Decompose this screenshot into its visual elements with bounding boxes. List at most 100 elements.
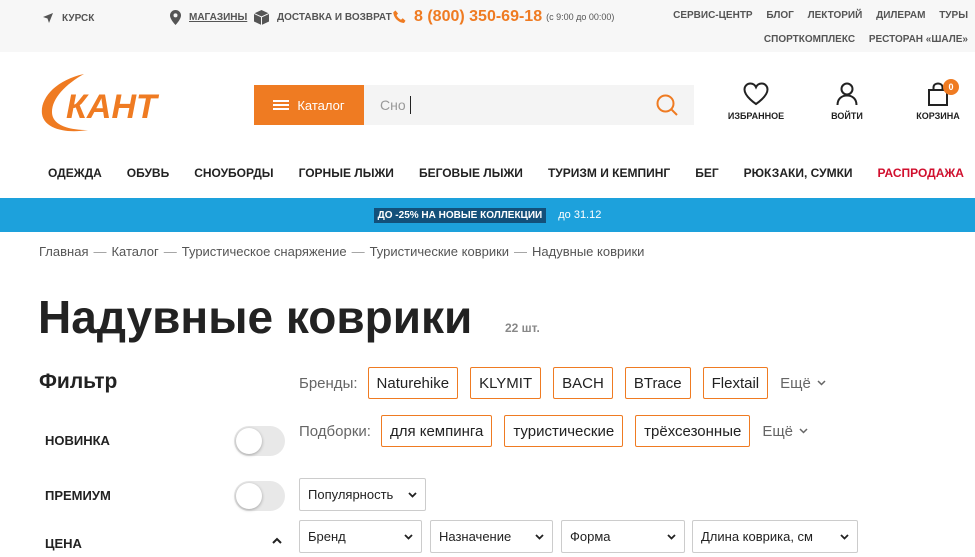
top-bar: КУРСК МАГАЗИНЫ ДОСТАВКА И ВОЗВРАТ 8 (800…	[0, 0, 975, 52]
phone-link[interactable]: 8 (800) 350-69-18 (с 9:00 до 00:00)	[393, 6, 614, 28]
breadcrumb-item-home[interactable]: Главная	[39, 244, 88, 259]
favorites-button[interactable]: ИЗБРАННОЕ	[722, 82, 790, 121]
collection-chip[interactable]: для кемпинга	[380, 415, 493, 447]
city-label: КУРСК	[62, 12, 95, 24]
kant-logo[interactable]: КАНТ	[38, 70, 198, 138]
shape-filter-dropdown[interactable]: Форма	[561, 520, 685, 553]
top-link-sportcomplex[interactable]: СПОРТКОМПЛЕКС	[764, 34, 855, 45]
chevron-down-icon	[535, 533, 544, 540]
phone-hours: (с 9:00 до 00:00)	[546, 12, 615, 22]
filter-price-label[interactable]: ЦЕНА	[45, 536, 82, 551]
product-count: 22 шт.	[505, 321, 540, 335]
top-links-row-1: СЕРВИС-ЦЕНТР БЛОГ ЛЕКТОРИЙ ДИЛЕРАМ ТУРЫ	[662, 10, 968, 21]
top-link-service[interactable]: СЕРВИС-ЦЕНТР	[673, 10, 753, 21]
login-label: ВОЙТИ	[831, 111, 863, 121]
logo-text: КАНТ	[66, 88, 160, 126]
map-pin-icon	[170, 9, 181, 25]
breadcrumb-separator: —	[93, 244, 107, 259]
cart-button[interactable]: КОРЗИНА 0	[910, 79, 966, 121]
chevron-down-icon	[840, 533, 849, 540]
brand-chip[interactable]: BTrace	[624, 367, 691, 399]
breadcrumb-separator: —	[163, 244, 177, 259]
promo-tag: ДО -25% НА НОВЫЕ КОЛЛЕКЦИИ	[373, 207, 547, 223]
breadcrumb-item-tourist-gear[interactable]: Туристическое снаряжение	[182, 244, 347, 259]
filter-title: Фильтр	[39, 370, 118, 393]
cart-label: КОРЗИНА	[916, 111, 960, 121]
catalog-button[interactable]: Каталог	[254, 85, 364, 125]
collections-row: Подборки: для кемпинга туристические трё…	[299, 415, 808, 447]
top-link-restaurant[interactable]: РЕСТОРАН «ШАЛЕ»	[869, 34, 968, 45]
brands-more-label: Ещё	[780, 374, 811, 392]
promo-banner[interactable]: ДО -25% НА НОВЫЕ КОЛЛЕКЦИИ до 31.12	[0, 198, 975, 232]
filter-premium-toggle[interactable]	[234, 481, 285, 511]
nav-item-snowboards[interactable]: СНОУБОРДЫ	[194, 166, 273, 180]
search-box	[364, 85, 694, 125]
favorites-label: ИЗБРАННОЕ	[727, 111, 785, 121]
catalog-label: Каталог	[297, 97, 345, 113]
breadcrumb-separator: —	[514, 244, 528, 259]
top-link-dealers[interactable]: ДИЛЕРАМ	[876, 10, 925, 21]
stores-label: МАГАЗИНЫ	[189, 11, 248, 23]
box-icon	[254, 9, 269, 25]
breadcrumb-item-catalog[interactable]: Каталог	[111, 244, 158, 259]
hamburger-icon	[273, 100, 290, 110]
brands-row: Бренды: Naturehike KLYMIT BACH BTrace Fl…	[299, 367, 826, 399]
breadcrumb-item-current: Надувные коврики	[532, 244, 645, 259]
brand-chip[interactable]: KLYMIT	[470, 367, 542, 399]
breadcrumb-separator: —	[351, 244, 365, 259]
collections-more-button[interactable]: Ещё	[762, 423, 808, 440]
nav-item-clothing[interactable]: ОДЕЖДА	[48, 166, 102, 180]
nav-more-icon[interactable]: ···	[939, 164, 954, 178]
sort-select[interactable]: Популярность	[299, 478, 426, 511]
chevron-down-icon	[799, 428, 808, 434]
search-input[interactable]	[364, 85, 644, 125]
top-link-blog[interactable]: БЛОГ	[766, 10, 793, 21]
chevron-down-icon	[817, 380, 826, 386]
collection-chip[interactable]: туристические	[504, 415, 624, 447]
nav-item-footwear[interactable]: ОБУВЬ	[127, 166, 169, 180]
toggle-knob	[236, 428, 262, 454]
text-cursor	[410, 96, 411, 114]
mat-length-filter-dropdown[interactable]: Длина коврика, см	[692, 520, 858, 553]
phone-number: 8 (800) 350-69-18	[414, 8, 543, 25]
city-selector[interactable]: КУРСК	[42, 10, 94, 26]
filter-new-label: НОВИНКА	[45, 433, 110, 448]
top-link-lectures[interactable]: ЛЕКТОРИЙ	[808, 10, 863, 21]
phone-icon	[393, 10, 406, 23]
delivery-link[interactable]: ДОСТАВКА И ВОЗВРАТ	[254, 8, 392, 26]
location-arrow-icon	[43, 13, 53, 23]
chevron-up-icon[interactable]	[272, 537, 282, 544]
collection-chip[interactable]: трёхсезонные	[635, 415, 751, 447]
user-icon	[836, 82, 858, 106]
dropdown-label: Длина коврика, см	[701, 529, 813, 544]
nav-item-cross-country-skis[interactable]: БЕГОВЫЕ ЛЫЖИ	[419, 166, 523, 180]
stores-link[interactable]: МАГАЗИНЫ	[170, 8, 247, 26]
cart-count-badge: 0	[943, 79, 959, 95]
search-icon[interactable]	[656, 94, 678, 116]
brand-chip[interactable]: Flextail	[702, 367, 769, 399]
brand-chip[interactable]: Naturehike	[367, 367, 459, 399]
nav-item-alpine-skis[interactable]: ГОРНЫЕ ЛЫЖИ	[299, 166, 394, 180]
brands-more-button[interactable]: Ещё	[780, 375, 826, 392]
top-link-tours[interactable]: ТУРЫ	[939, 10, 968, 21]
chevron-down-icon	[404, 533, 413, 540]
dropdown-label: Бренд	[308, 529, 346, 544]
login-button[interactable]: ВОЙТИ	[820, 82, 874, 121]
chevron-down-icon	[408, 491, 417, 498]
promo-until: до 31.12	[558, 209, 602, 221]
breadcrumb: Главная — Каталог — Туристическое снаряжение…	[39, 244, 644, 259]
page-title: Надувные коврики	[38, 291, 473, 343]
filter-new-toggle[interactable]	[234, 426, 285, 456]
nav-item-running[interactable]: БЕГ	[695, 166, 718, 180]
collections-more-label: Ещё	[762, 422, 794, 440]
nav-item-backpacks-bags[interactable]: РЮКЗАКИ, СУМКИ	[744, 166, 853, 180]
delivery-label: ДОСТАВКА И ВОЗВРАТ	[277, 11, 392, 23]
brand-filter-dropdown[interactable]: Бренд	[299, 520, 422, 553]
brands-label: Бренды:	[299, 374, 358, 392]
breadcrumb-item-tourist-mats[interactable]: Туристические коврики	[370, 244, 509, 259]
brand-chip[interactable]: BACH	[553, 367, 613, 399]
top-links-row-2: СПОРТКОМПЛЕКС РЕСТОРАН «ШАЛЕ»	[753, 34, 968, 45]
nav-item-tourism-camping[interactable]: ТУРИЗМ И КЕМПИНГ	[548, 166, 670, 180]
chevron-down-icon	[667, 533, 676, 540]
purpose-filter-dropdown[interactable]: Назначение	[430, 520, 553, 553]
